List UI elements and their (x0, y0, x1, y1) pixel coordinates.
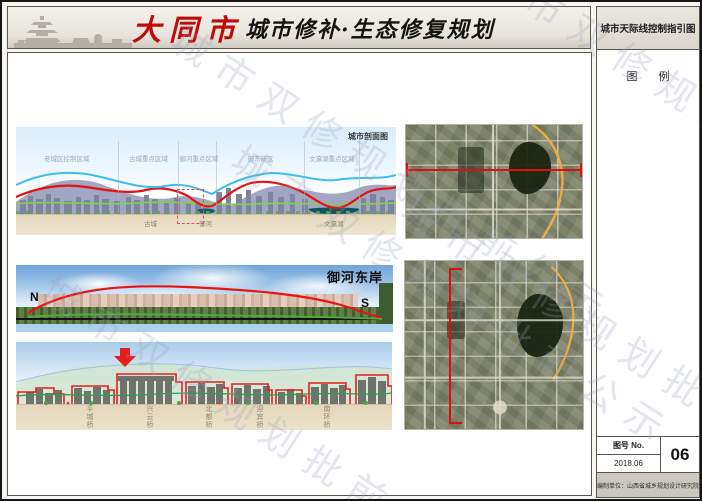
zone-ancient-city: 古城重点区域 (119, 141, 180, 213)
north-label: N (30, 290, 39, 304)
legend-title: 图 例 (597, 68, 699, 84)
bridge-label-yingbin: 迎宾桥 (254, 405, 264, 429)
bridge-label-xingyun: 兴云桥 (144, 405, 154, 429)
title-block-sidebar: 城市天际线控制指引图 图 例 图号 No. 2018.06 06 编制单位：山西… (596, 6, 700, 498)
zone-east-edge (360, 141, 396, 213)
riverbank-photo-panel: 御河东岸 N S (16, 265, 393, 332)
zone-old-city-control: 老城区控制区域 (16, 141, 119, 213)
zone-wenying-lake: 文瀛湖重点区域 (305, 141, 360, 213)
skyline-red-curve (28, 286, 381, 317)
sheet-name: 城市天际线控制指引图 (597, 7, 699, 50)
interchange (493, 400, 507, 414)
landmark-ancient-city: 古城 (144, 218, 157, 228)
south-label: S (361, 296, 369, 310)
sheet-no-label: 图号 No. (597, 437, 660, 455)
landmark-yuhe: 御河 (199, 218, 212, 228)
section-cut-line-horizontal (406, 169, 582, 171)
satellite-map-bottom (404, 260, 584, 430)
ring-road (551, 267, 573, 380)
control-zone-row: 老城区控制区域 古城重点区域 御河重点区域 御东新区 文瀛湖重点区域 (16, 141, 396, 213)
major-roads (406, 125, 582, 238)
zone-yudong-new-district: 御东新区 (217, 141, 304, 213)
legend-area: 图 例 (597, 50, 699, 436)
city-section-panel: 城市剖面图 老城区控制区域 古城重点区域 御河重点区域 御东新区 文瀛湖重点区域 (16, 127, 396, 235)
skyline-control-panel: 平城桥 兴云桥 北都桥 迎宾桥 南环桥 (16, 342, 392, 430)
title-project: 城市修补·生态修复规划 (245, 12, 495, 44)
photo-panel-title: 御河东岸 (327, 267, 383, 286)
drawing-area: 城市剖面图 老城区控制区域 古城重点区域 御河重点区域 御东新区 文瀛湖重点区域 (7, 52, 592, 496)
ancient-temple-silhouette-icon (14, 10, 132, 48)
section-panel-title: 城市剖面图 (348, 131, 388, 142)
sheet-header: 大同市 城市修补·生态修复规划 (7, 6, 591, 49)
landmark-wenying-lake: 文瀛湖 (324, 218, 344, 228)
credit-line: 编制单位：山西省城乡规划设计研究院 (597, 472, 699, 497)
section-cut-line-vertical (449, 268, 451, 424)
sheet-date: 2018.06 (597, 455, 660, 472)
ring-road (533, 125, 563, 238)
green-base-curve (28, 314, 382, 319)
sheet-number-table: 图号 No. 2018.06 06 (597, 436, 699, 472)
sheet-number: 06 (661, 437, 699, 472)
sheet-title: 大同市 城市修补·生态修复规划 (132, 7, 495, 48)
bridge-label-beidu: 北都桥 (203, 405, 213, 429)
bridge-label-nanhuan: 南环桥 (321, 405, 331, 429)
title-city: 大同市 (132, 7, 243, 49)
road-overlay (405, 261, 583, 429)
bridge-label-pingcheng: 平城桥 (84, 405, 94, 429)
plan-sheet: 大同市 城市修补·生态修复规划 城市剖面图 老城区控制区域 古城重点区域 御河重… (0, 0, 702, 501)
satellite-map-top (405, 124, 583, 239)
road-overlay (406, 125, 582, 238)
